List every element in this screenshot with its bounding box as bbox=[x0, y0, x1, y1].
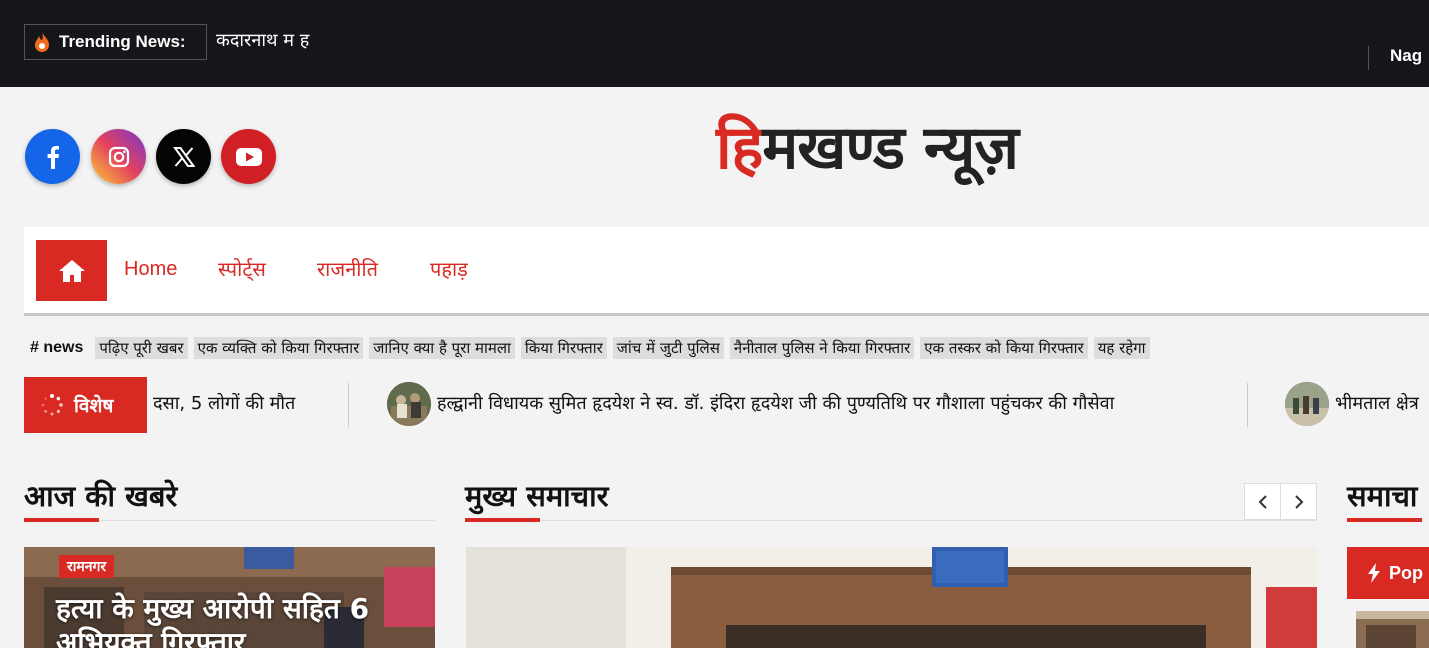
trending-ticker-text[interactable]: कदारनाथ म ह bbox=[216, 28, 328, 52]
top-bar: Trending News: कदारनाथ म ह Nag bbox=[0, 0, 1429, 87]
home-button[interactable] bbox=[36, 240, 107, 301]
section-accent bbox=[1347, 518, 1422, 522]
facebook-icon bbox=[47, 145, 59, 169]
popular-tab[interactable]: Pop bbox=[1347, 547, 1429, 599]
ticker-thumbnail[interactable] bbox=[387, 382, 431, 426]
nav-sports[interactable]: स्पोर्ट्स bbox=[218, 255, 266, 282]
top-right-text[interactable]: Nag bbox=[1390, 46, 1422, 66]
ticker-item[interactable]: दसा, 5 लोगों की मौत bbox=[153, 391, 295, 415]
popular-label: Pop bbox=[1389, 562, 1423, 583]
x-button[interactable] bbox=[156, 129, 211, 184]
tag-item[interactable]: नैनीताल पुलिस ने किया गिरफ्तार bbox=[729, 337, 915, 359]
news-card-title[interactable]: हत्या के मुख्य आरोपी सहित 6 अभियुक्त गिर… bbox=[56, 592, 426, 648]
main-nav: Home स्पोर्ट्स राजनीति पहाड़ bbox=[24, 227, 1429, 316]
flame-icon bbox=[33, 32, 51, 52]
special-label: विशेष bbox=[74, 395, 114, 417]
tags-row: # news पढ़िए पूरी खबर एक व्यक्ति को किया… bbox=[30, 336, 1429, 360]
trending-label: Trending News: bbox=[59, 32, 186, 51]
instagram-button[interactable] bbox=[91, 129, 146, 184]
nav-pahad[interactable]: पहाड़ bbox=[430, 255, 468, 282]
ticker-item[interactable]: भीमताल क्षेत्र bbox=[1335, 391, 1419, 415]
section-accent bbox=[465, 518, 540, 522]
tags-label: # news bbox=[30, 339, 84, 356]
section-divider bbox=[465, 520, 1317, 521]
logo-red-part: हि bbox=[716, 113, 763, 183]
section-title-today: आज की खबरे bbox=[24, 479, 178, 513]
special-ticker: दसा, 5 लोगों की मौत हल्द्वानी विधायक सुम… bbox=[147, 377, 1429, 433]
section-accent bbox=[24, 518, 99, 522]
tag-item[interactable]: किया गिरफ्तार bbox=[520, 337, 607, 359]
prev-button[interactable] bbox=[1244, 483, 1281, 520]
nav-politics[interactable]: राजनीति bbox=[317, 255, 378, 282]
x-icon bbox=[172, 146, 195, 167]
chevron-left-icon bbox=[1258, 494, 1267, 509]
top-divider bbox=[1368, 46, 1369, 70]
tag-item[interactable]: जांच में जुटी पुलिस bbox=[612, 337, 724, 359]
youtube-icon bbox=[235, 147, 262, 166]
special-label-box: विशेष bbox=[24, 377, 147, 433]
section-title-news: समाचा bbox=[1347, 479, 1418, 513]
main-news-image[interactable] bbox=[466, 547, 1317, 648]
tag-item[interactable]: पढ़िए पूरी खबर bbox=[95, 337, 188, 359]
site-logo[interactable]: हिमखण्ड न्यूज़ bbox=[716, 104, 1019, 186]
youtube-button[interactable] bbox=[221, 129, 276, 184]
ticker-item[interactable]: हल्द्वानी विधायक सुमित हृदयेश ने स्व. डॉ… bbox=[437, 391, 1114, 415]
section-title-main: मुख्य समाचार bbox=[465, 479, 609, 513]
logo-text: मखण्ड न्यूज़ bbox=[762, 113, 1018, 183]
popular-thumbnail[interactable] bbox=[1356, 611, 1429, 648]
bolt-icon bbox=[1368, 563, 1380, 583]
instagram-icon bbox=[108, 146, 129, 167]
nav-home[interactable]: Home bbox=[124, 258, 177, 281]
tag-item[interactable]: एक व्यक्ति को किया गिरफ्तार bbox=[193, 337, 364, 359]
loader-icon bbox=[41, 394, 63, 416]
trending-box: Trending News: bbox=[24, 24, 207, 60]
next-button[interactable] bbox=[1280, 483, 1317, 520]
category-badge[interactable]: रामनगर bbox=[59, 555, 115, 578]
ticker-separator bbox=[348, 383, 349, 427]
facebook-button[interactable] bbox=[25, 129, 80, 184]
home-icon bbox=[58, 259, 85, 282]
tag-item[interactable]: एक तस्कर को किया गिरफ्तार bbox=[920, 337, 1088, 359]
tag-item[interactable]: जानिए क्या है पूरा मामला bbox=[369, 337, 515, 359]
tag-item[interactable]: यह रहेगा bbox=[1093, 337, 1150, 359]
chevron-right-icon bbox=[1294, 494, 1303, 509]
ticker-separator bbox=[1247, 383, 1248, 427]
ticker-thumbnail[interactable] bbox=[1285, 382, 1329, 426]
